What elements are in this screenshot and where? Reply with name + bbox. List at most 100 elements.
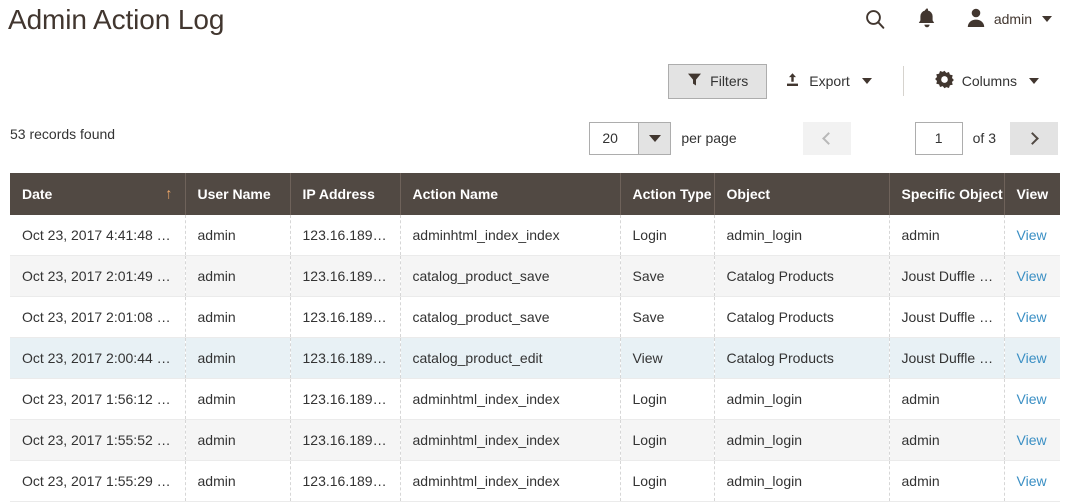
gear-icon <box>934 70 954 92</box>
chevron-down-icon[interactable] <box>638 122 671 154</box>
next-page-button[interactable] <box>1010 121 1058 155</box>
current-page-input[interactable] <box>914 121 963 155</box>
cell-ip-address: 123.16.189.234 <box>290 296 401 338</box>
column-header-date-label: Date <box>22 186 53 202</box>
per-page-select[interactable]: 20 <box>589 121 672 155</box>
view-link[interactable]: View <box>1017 473 1047 489</box>
cell-user-name: admin <box>185 378 291 420</box>
cell-action-name: catalog_product_save <box>400 255 621 297</box>
cell-specific-object: admin <box>889 378 1005 420</box>
table-row[interactable]: Oct 23, 2017 2:01:49 PM admin 123.16.189.2… <box>10 255 1060 297</box>
column-header-specific-object[interactable]: Specific Object <box>889 173 1005 215</box>
cell-user-name: admin <box>185 215 291 256</box>
upload-icon <box>784 72 801 91</box>
page-title: Admin Action Log <box>8 4 225 35</box>
cell-ip-address: 123.16.189.234 <box>290 460 401 502</box>
per-page-value: 20 <box>590 122 639 154</box>
records-found-label: 53 records found <box>10 126 116 142</box>
cell-view: View <box>1004 337 1060 379</box>
bell-icon[interactable] <box>914 6 940 32</box>
column-header-date[interactable]: Date ↑ <box>10 173 186 215</box>
column-header-view[interactable]: View <box>1004 173 1060 215</box>
column-header-object[interactable]: Object <box>714 173 890 215</box>
page-header: Admin Action Log admin <box>0 0 1070 56</box>
grid-toolbar: Filters Export Columns <box>668 62 1056 100</box>
chevron-down-icon <box>861 78 872 84</box>
previous-page-button[interactable] <box>802 121 851 155</box>
cell-action-type: Save <box>620 296 715 338</box>
view-link[interactable]: View <box>1017 268 1047 284</box>
cell-specific-object: Joust Duffle Bag123 <box>889 337 1005 379</box>
cell-view: View <box>1004 255 1060 297</box>
chevron-down-icon <box>1042 16 1052 22</box>
column-header-ip-address[interactable]: IP Address <box>290 173 401 215</box>
cell-date: Oct 23, 2017 2:00:44 PM <box>10 337 186 379</box>
cell-action-name: adminhtml_index_index <box>400 378 621 420</box>
table-row[interactable]: Oct 23, 2017 1:56:12 PM admin 123.16.189.2… <box>10 378 1060 420</box>
cell-view: View <box>1004 296 1060 338</box>
user-avatar-icon <box>966 7 986 31</box>
column-header-user-name[interactable]: User Name <box>185 173 291 215</box>
cell-action-type: View <box>620 337 715 379</box>
cell-date: Oct 23, 2017 1:55:29 PM <box>10 460 186 502</box>
table-row[interactable]: Oct 23, 2017 2:01:08 PM admin 123.16.189.2… <box>10 296 1060 338</box>
table-head: Date ↑ User Name IP Address Action Name … <box>10 173 1060 215</box>
cell-action-name: adminhtml_index_index <box>400 215 621 256</box>
cell-action-type: Login <box>620 378 715 420</box>
admin-action-log-page: Admin Action Log admin Filters Export Co… <box>0 0 1070 504</box>
cell-specific-object: Joust Duffle Bag123 <box>889 296 1005 338</box>
column-header-action-name[interactable]: Action Name <box>400 173 621 215</box>
chevron-left-icon <box>821 131 835 145</box>
cell-date: Oct 23, 2017 1:55:52 PM <box>10 419 186 461</box>
column-header-action-type[interactable]: Action Type <box>620 173 715 215</box>
funnel-icon <box>687 72 702 90</box>
cell-user-name: admin <box>185 460 291 502</box>
cell-ip-address: 123.16.189.234 <box>290 419 401 461</box>
table-body: Oct 23, 2017 4:41:48 PM admin 123.16.189.2… <box>10 215 1060 502</box>
cell-action-name: adminhtml_index_index <box>400 460 621 502</box>
cell-ip-address: 123.16.189.234 <box>290 378 401 420</box>
columns-button[interactable]: Columns <box>918 64 1056 99</box>
chevron-right-icon <box>1026 131 1039 145</box>
data-table: Date ↑ User Name IP Address Action Name … <box>10 173 1060 502</box>
view-link[interactable]: View <box>1017 350 1047 366</box>
view-link[interactable]: View <box>1017 432 1047 448</box>
cell-action-type: Login <box>620 215 715 256</box>
sort-ascending-icon: ↑ <box>165 185 173 203</box>
chevron-down-icon <box>1029 78 1039 84</box>
cell-object: admin_login <box>714 378 890 420</box>
cell-object: Catalog Products <box>714 255 890 297</box>
cell-specific-object: admin <box>889 460 1005 502</box>
per-page-label: per page <box>681 130 737 146</box>
cell-action-type: Login <box>620 460 715 502</box>
view-link[interactable]: View <box>1017 309 1047 325</box>
cell-object: admin_login <box>714 215 890 256</box>
filters-button[interactable]: Filters <box>668 63 768 99</box>
previous-page-wrap <box>802 121 851 155</box>
cell-action-name: adminhtml_index_index <box>400 419 621 461</box>
table-row[interactable]: Oct 23, 2017 1:55:29 PM admin 123.16.189.2… <box>10 460 1060 502</box>
export-button[interactable]: Export <box>767 64 888 99</box>
cell-date: Oct 23, 2017 4:41:48 PM <box>10 215 186 256</box>
cell-object: admin_login <box>714 460 890 502</box>
cell-ip-address: 123.16.189.234 <box>290 215 401 256</box>
table-row[interactable]: Oct 23, 2017 4:41:48 PM admin 123.16.189.2… <box>10 215 1060 256</box>
pagination-controls: 20 per page of 3 <box>589 118 1058 158</box>
cell-object: Catalog Products <box>714 296 890 338</box>
admin-action-log-grid: Date ↑ User Name IP Address Action Name … <box>10 173 1060 502</box>
user-menu[interactable]: admin <box>966 7 1052 31</box>
table-row[interactable]: Oct 23, 2017 2:00:44 PM admin 123.16.189.2… <box>10 337 1060 379</box>
columns-label: Columns <box>961 73 1017 89</box>
cell-specific-object: admin <box>889 215 1005 256</box>
view-link[interactable]: View <box>1017 391 1047 407</box>
cell-user-name: admin <box>185 296 291 338</box>
header-tools: admin <box>862 6 1052 32</box>
cell-object: admin_login <box>714 419 890 461</box>
table-row[interactable]: Oct 23, 2017 1:55:52 PM admin 123.16.189.2… <box>10 419 1060 461</box>
cell-date: Oct 23, 2017 2:01:08 PM <box>10 296 186 338</box>
cell-ip-address: 123.16.189.234 <box>290 255 401 297</box>
search-icon[interactable] <box>862 6 888 32</box>
cell-action-name: catalog_product_edit <box>400 337 621 379</box>
view-link[interactable]: View <box>1017 227 1047 243</box>
cell-action-name: catalog_product_save <box>400 296 621 338</box>
